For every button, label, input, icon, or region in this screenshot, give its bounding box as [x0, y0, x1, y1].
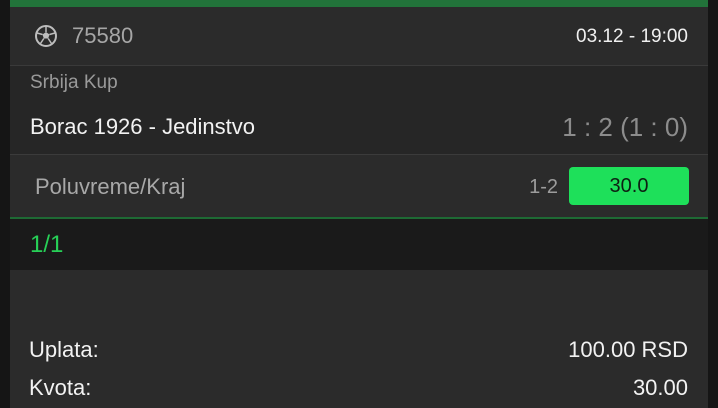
- event-time: 03.12 - 19:00: [576, 26, 688, 47]
- match-info: Srbija Kup Borac 1926 - Jedinstvo 1 : 2 …: [10, 66, 708, 155]
- market-name: Poluvreme/Kraj: [35, 174, 186, 199]
- market-row: Poluvreme/Kraj 1-2 30.0: [10, 155, 708, 219]
- event-id: 75580: [72, 23, 134, 48]
- top-accent-line: [10, 0, 708, 7]
- league-name: Srbija Kup: [30, 72, 118, 93]
- odd-button[interactable]: 30.0: [569, 167, 689, 205]
- ticket-summary: Uplata: 100.00 RSD Kvota: 30.00: [10, 270, 708, 408]
- stake-value: 100.00 RSD: [568, 337, 688, 362]
- ticket-count-row: 1/1: [10, 219, 708, 270]
- event-row: 75580 03.12 - 19:00: [10, 7, 708, 65]
- ticket-count: 1/1: [30, 231, 64, 258]
- event-header: 75580 03.12 - 19:00: [10, 7, 708, 66]
- selected-pick: 1-2: [529, 176, 558, 198]
- stake-label: Uplata:: [29, 337, 99, 362]
- odds-value: 30.00: [632, 375, 688, 400]
- odds-label: Kvota:: [29, 375, 92, 400]
- match-score: 1 : 2 (1 : 0): [562, 112, 688, 142]
- soccer-ball-icon: [35, 25, 57, 47]
- match-teams: Borac 1926 - Jedinstvo: [30, 114, 256, 139]
